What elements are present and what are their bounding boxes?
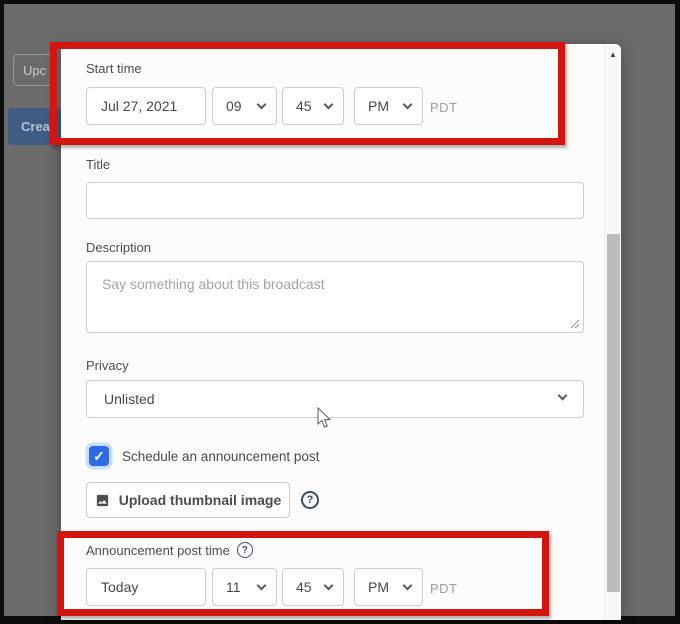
description-placeholder: Say something about this broadcast — [102, 276, 325, 292]
scrollbar-thumb[interactable] — [607, 234, 620, 592]
mouse-cursor — [317, 407, 332, 428]
upload-thumbnail-label: Upload thumbnail image — [118, 492, 282, 508]
modal-scrollbar[interactable]: ▲ — [604, 44, 621, 620]
page-overlay: Upc Crea Start time Jul 27, 2021 09 45 P… — [4, 4, 675, 620]
resize-grip-icon[interactable] — [570, 319, 580, 329]
scrollbar-up-arrow-icon[interactable]: ▲ — [605, 47, 621, 61]
highlight-box-announcement-time — [57, 531, 549, 616]
chevron-down-icon — [557, 390, 568, 401]
title-label: Title — [86, 157, 111, 172]
background-tab-upcoming[interactable]: Upc — [13, 54, 53, 86]
privacy-select[interactable]: Unlisted — [86, 380, 584, 418]
image-icon — [96, 494, 108, 506]
title-input[interactable] — [86, 182, 584, 219]
privacy-selected-value: Unlisted — [104, 391, 155, 407]
description-label: Description — [86, 240, 152, 255]
up-arrow-glyph: ▲ — [609, 49, 617, 59]
background-create-button-label: Crea — [21, 119, 50, 134]
thumbnail-help-icon[interactable]: ? — [301, 491, 319, 509]
highlight-box-start-time — [50, 42, 565, 145]
description-textarea[interactable]: Say something about this broadcast — [86, 261, 584, 333]
screenshot-frame: Upc Crea Start time Jul 27, 2021 09 45 P… — [0, 0, 680, 624]
checkmark-icon: ✓ — [93, 447, 105, 464]
background-tab-label: Upc — [23, 62, 47, 78]
schedule-announcement-checkbox[interactable]: ✓ — [89, 446, 109, 466]
upload-thumbnail-button[interactable]: Upload thumbnail image — [86, 482, 290, 518]
privacy-label: Privacy — [86, 358, 129, 373]
question-mark-glyph: ? — [306, 494, 314, 506]
schedule-announcement-label[interactable]: Schedule an announcement post — [122, 449, 319, 464]
